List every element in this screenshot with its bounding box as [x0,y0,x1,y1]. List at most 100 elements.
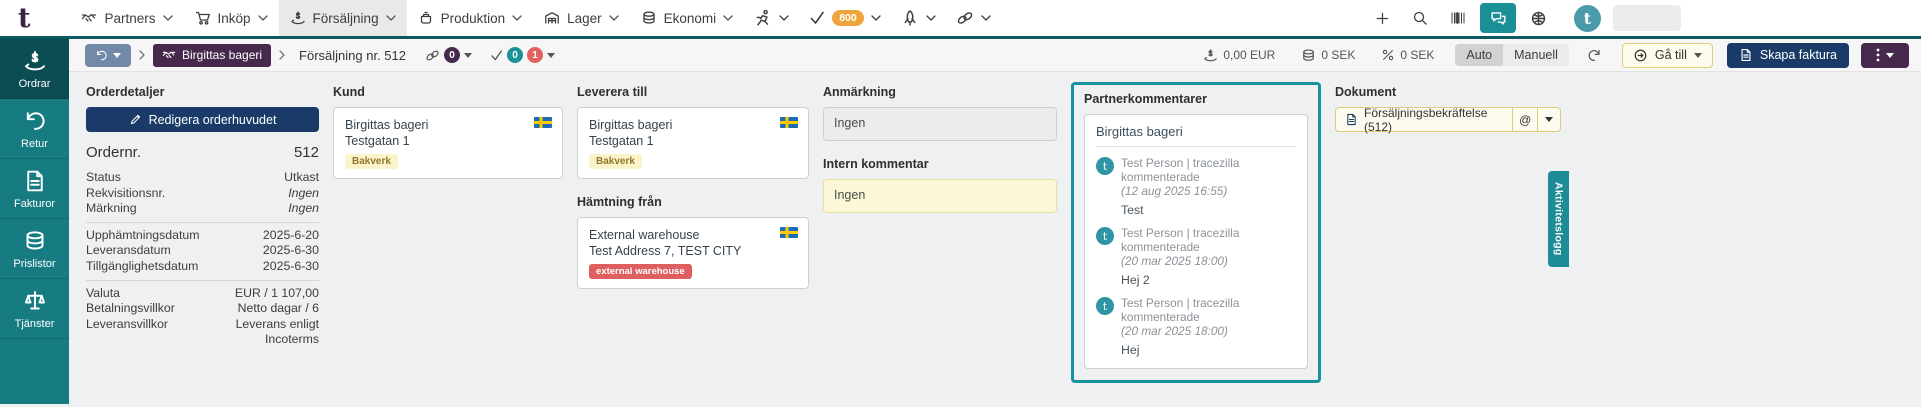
history-dropdown-button[interactable] [85,43,131,67]
handshake-icon [81,10,97,26]
comment-item: t Test Person | tracezilla kommenterade … [1096,296,1296,357]
row-value: Ingen [288,201,319,216]
app-logo[interactable]: t [18,5,30,32]
detail-row-leveransdatum: Leveransdatum 2025-6-30 [86,243,319,259]
email-document-button[interactable]: @ [1513,107,1539,132]
nav-inkop-label: Inköp [217,10,251,26]
nav-partners[interactable]: Partners [70,0,183,36]
left-sidebar: Ordrar Retur Fakturor Prislistor Tjänste… [0,39,69,404]
percent-icon [1381,48,1395,62]
nav-logistics-menu[interactable] [744,0,799,36]
auto-manual-toggle: Auto Manuell [1455,44,1569,66]
row-label: Märkning [86,201,137,216]
warehouse-icon [544,10,560,26]
order-number-row: Ordernr. 512 [86,144,319,161]
row-value: Netto dagar / 6 [237,301,319,316]
nav-rocket-menu[interactable] [891,0,946,36]
create-new-button[interactable] [1366,3,1398,33]
comment-author: Test Person | tracezilla kommenterade [1121,156,1240,184]
refresh-icon[interactable] [1587,48,1602,63]
sidebar-item-prislistor[interactable]: Prislistor [0,219,69,279]
linked-orders-dropdown[interactable]: 0 [425,47,472,63]
sidebar-item-tjanster[interactable]: Tjänster [0,279,69,339]
deliver-to-card[interactable]: Birgittas bageri Testgatan 1 Bakverk [577,107,809,179]
coins-icon [1301,48,1316,63]
row-label: Tillgänglighetsdatum [86,258,199,273]
create-invoice-button[interactable]: Skapa faktura [1726,42,1849,68]
user-avatar[interactable]: t [1574,4,1601,32]
caret-down-icon [547,52,555,58]
row-label: Leveransvillkor [86,316,169,331]
sidebar-item-ordrar[interactable]: Ordrar [0,39,69,99]
partner-comments-card: Birgittas bageri t Test Person | tracezi… [1084,114,1308,369]
activity-log-tab[interactable]: Aktivitetslogg [1548,171,1569,267]
sidebar-item-label: Retur [21,137,48,150]
remark-field[interactable]: Ingen [823,107,1057,141]
validation-error-badge: 1 [527,47,543,63]
order-total-eur-value: 0,00 EUR [1223,48,1276,62]
chevron-down-icon [871,15,881,21]
pickup-from-address: Test Address 7, TEST CITY [589,244,742,258]
nav-forsaljning[interactable]: Försäljning [278,0,407,36]
nav-integrations-menu[interactable] [946,0,1001,36]
validation-ok-badge: 0 [507,47,523,63]
user-name-placeholder[interactable] [1613,5,1681,31]
internal-comment-field[interactable]: Ingen [823,179,1057,213]
row-value: 2025-6-30 [262,243,319,258]
chat-bubbles-icon [1490,10,1507,27]
chevron-down-icon [258,15,268,21]
invoice-icon [23,169,47,193]
row-label: Valuta [86,285,120,300]
price-scale-icon [1203,48,1218,63]
toggle-auto[interactable]: Auto [1455,44,1504,66]
order-number-label: Ordernr. [86,144,142,161]
go-to-label: Gå till [1654,48,1687,62]
toggle-manual[interactable]: Manuell [1503,44,1569,66]
breadcrumb-separator-icon [279,50,285,60]
tasks-count-badge: 800 [832,9,864,27]
pickup-from-card[interactable]: External warehouse Test Address 7, TEST … [577,217,809,289]
row-value: Ingen [288,185,319,200]
row-label: Betalningsvillkor [86,301,175,316]
row-value: Utkast [284,170,319,184]
barcode-button[interactable] [1442,3,1474,33]
activity-log-label: Aktivitetslogg [1552,182,1565,256]
scale-icon [23,289,47,313]
more-actions-button[interactable] [1861,42,1909,68]
sidebar-item-fakturor[interactable]: Fakturor [0,159,69,219]
nav-ekonomi[interactable]: Ekonomi [630,0,745,36]
caret-down-icon [464,52,472,58]
row-value: 2025-6-20 [262,227,319,242]
breadcrumb-partner-chip[interactable]: Birgittas bageri [153,43,272,67]
breadcrumb-order-label: Försäljning nr. 512 [299,47,406,63]
nav-ekonomi-label: Ekonomi [663,10,717,26]
help-button[interactable] [1522,3,1554,33]
validation-dropdown[interactable]: 0 1 [490,47,555,63]
sidebar-item-retur[interactable]: Retur [0,99,69,159]
go-to-button[interactable]: Gå till [1621,42,1713,68]
nav-tasks-menu[interactable]: 800 [799,0,891,36]
comment-author: Test Person | tracezilla kommenterade [1121,296,1240,324]
edit-order-header-button[interactable]: Redigera orderhuvudet [86,107,319,132]
hand-dollar-icon [290,10,306,26]
nav-produktion[interactable]: Produktion [407,0,534,36]
chevron-down-icon [981,15,991,21]
document-button-group: Försäljningsbekräftelse (512) @ [1335,106,1561,134]
comment-date: (12 aug 2025 16:55) [1121,184,1228,198]
comment-text: Test [1121,203,1144,217]
order-total-eur: 0,00 EUR [1203,48,1275,63]
search-button[interactable] [1404,3,1436,33]
detail-row-leveransvillkor: Leveransvillkor Leverans enligt Incoterm… [86,317,319,348]
chat-button[interactable] [1480,3,1516,33]
document-dropdown-button[interactable] [1538,107,1561,132]
detail-row-status: Status Utkast [86,170,319,186]
customer-tag: Bakverk [345,154,398,169]
divider [86,221,319,223]
detail-row-tillganglighetsdatum: Tillgänglighetsdatum 2025-6-30 [86,259,319,275]
nav-lager[interactable]: Lager [533,0,630,36]
comment-item: t Test Person | tracezilla kommenterade … [1096,156,1296,217]
comment-date: (20 mar 2025 18:00) [1121,254,1228,268]
sales-confirmation-button[interactable]: Försäljningsbekräftelse (512) [1335,106,1514,134]
nav-inkop[interactable]: Inköp [184,0,279,36]
customer-card[interactable]: Birgittas bageri Testgatan 1 Bakverk [333,107,563,179]
